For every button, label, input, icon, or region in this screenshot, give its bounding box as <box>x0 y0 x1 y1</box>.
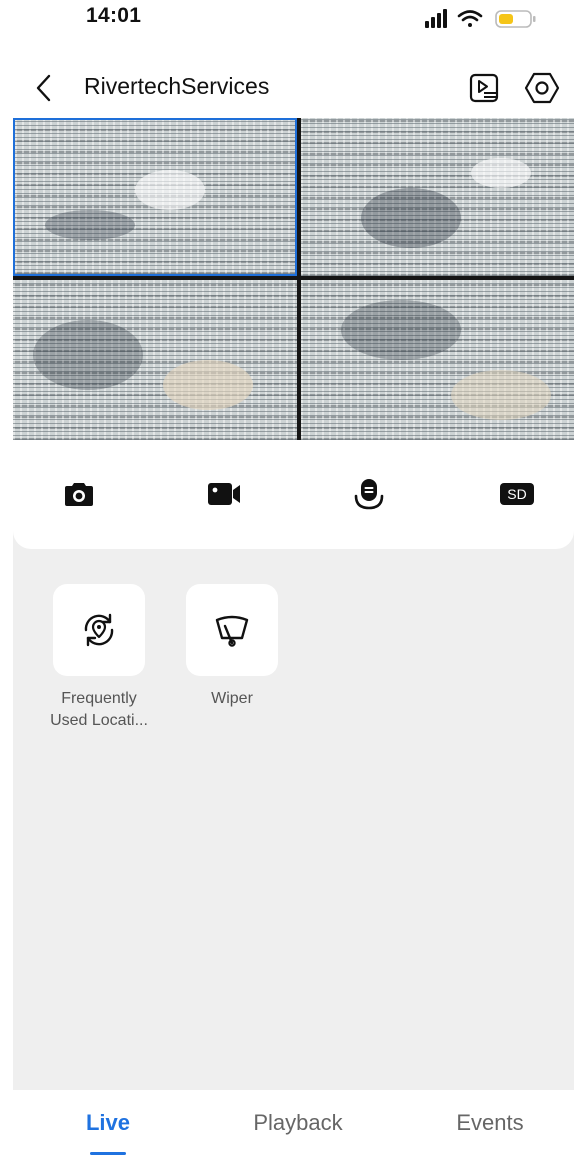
bottom-tab-bar: Live Playback Events <box>0 1090 574 1154</box>
video-channel-2[interactable] <box>301 118 574 276</box>
tab-events[interactable]: Events <box>430 1110 550 1136</box>
wifi-icon <box>457 10 483 27</box>
back-icon[interactable] <box>30 70 58 106</box>
battery-icon <box>495 10 536 28</box>
quality-badge: SD <box>500 483 534 505</box>
intercom-icon[interactable] <box>339 476 399 512</box>
quality-label: SD <box>507 486 527 502</box>
feature-wiper[interactable]: Wiper <box>172 584 292 710</box>
video-camera-icon[interactable] <box>194 476 254 512</box>
video-channel-3[interactable] <box>13 280 297 440</box>
feature-label: Wiper <box>211 690 253 707</box>
feature-frequently-used-locations[interactable]: Frequently Used Locati... <box>39 584 159 732</box>
tab-playback[interactable]: Playback <box>228 1110 368 1136</box>
video-channel-4[interactable] <box>301 280 574 440</box>
camera-icon[interactable] <box>49 476 109 512</box>
settings-icon[interactable] <box>523 70 561 106</box>
location-preset-icon <box>84 613 114 647</box>
ptz-controls-panel: Frequently Used Locati... Wiper <box>13 549 574 1090</box>
page-title: RivertechServices <box>84 73 270 99</box>
video-channel-1[interactable] <box>13 118 297 276</box>
status-bar: 14:01 <box>0 0 574 44</box>
wiper-icon <box>215 615 249 647</box>
playback-list-icon[interactable] <box>467 70 503 106</box>
tab-live[interactable]: Live <box>58 1110 158 1136</box>
status-time: 14:01 <box>86 4 142 27</box>
header: RivertechServices <box>0 62 574 114</box>
feature-tile[interactable] <box>53 584 145 676</box>
feature-label: Frequently Used Locati... <box>50 690 148 729</box>
signal-icon <box>425 9 447 28</box>
status-icons <box>423 8 538 30</box>
live-toolbar: SD <box>13 440 574 549</box>
feature-tile[interactable] <box>186 584 278 676</box>
video-grid <box>13 118 574 440</box>
quality-toggle-button[interactable]: SD <box>487 476 547 512</box>
